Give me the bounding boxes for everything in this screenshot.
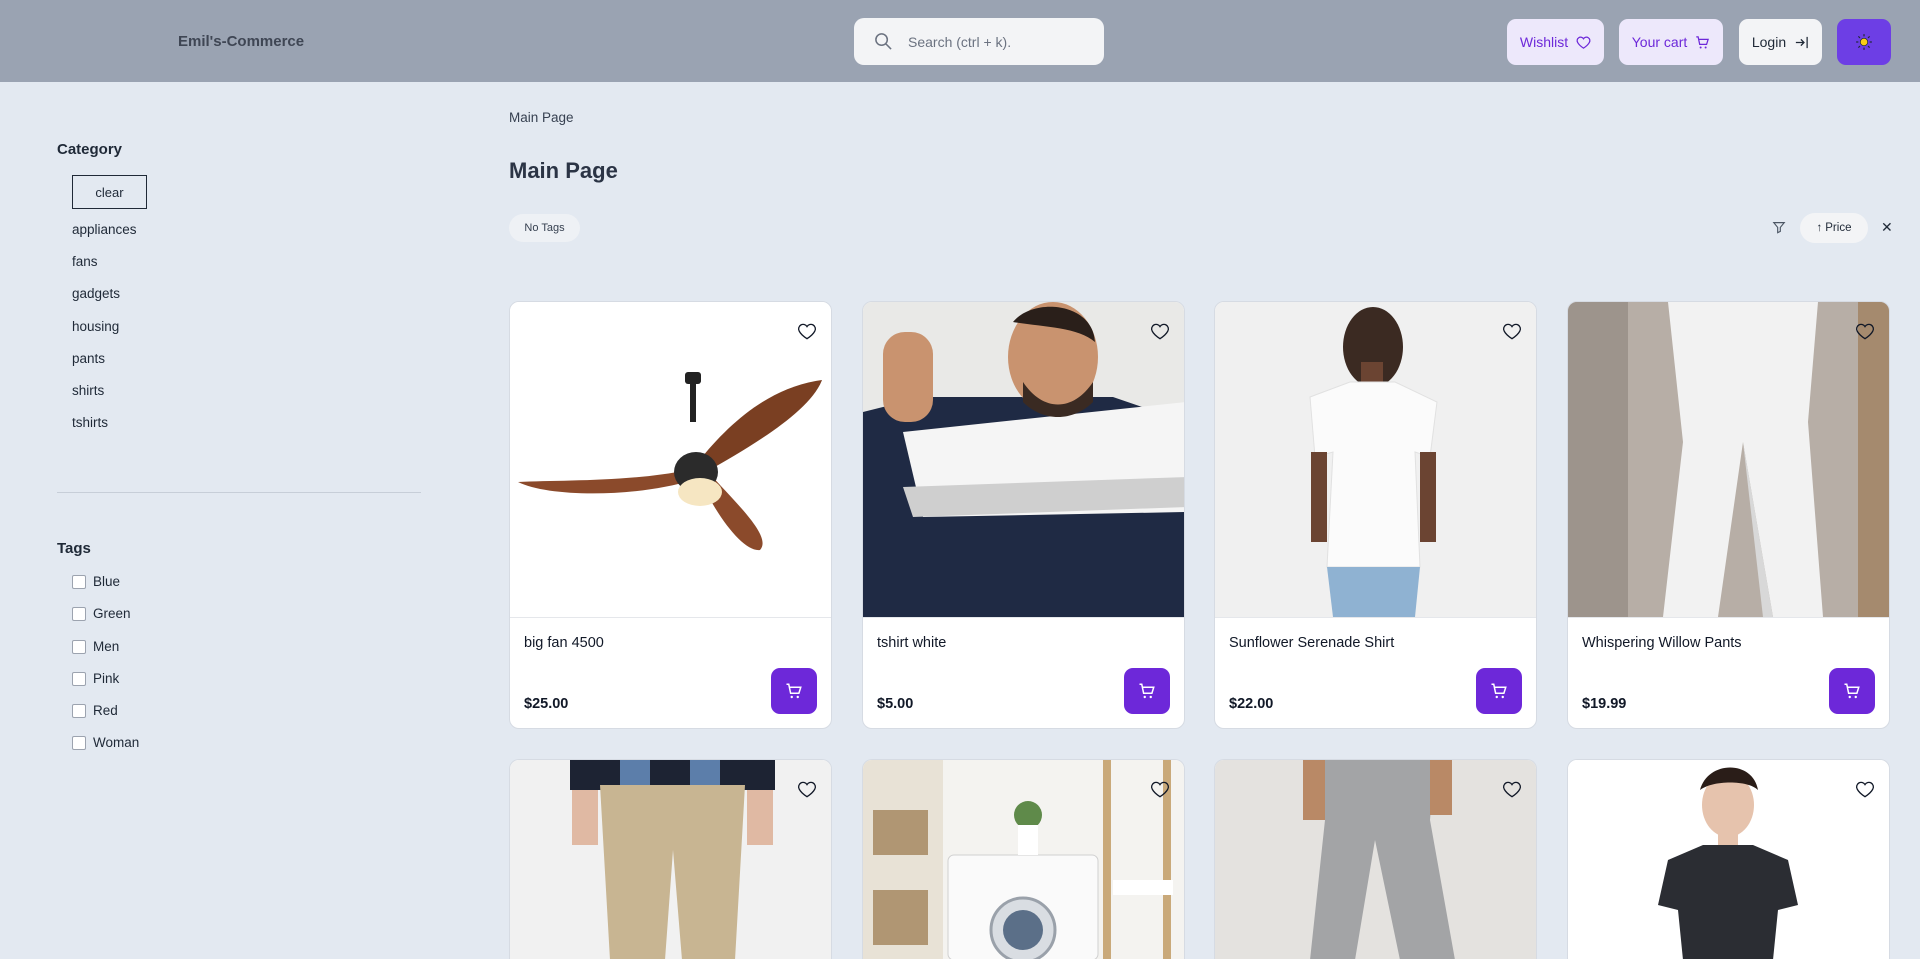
top-header: Emil's-Commerce Search (ctrl + k). Wishl… xyxy=(0,0,1920,82)
search-input[interactable]: Search (ctrl + k). xyxy=(854,18,1104,65)
category-item-gadgets[interactable]: gadgets xyxy=(72,286,137,318)
tag-checkbox[interactable] xyxy=(72,704,86,719)
sort-price-button[interactable]: ↑ Price xyxy=(1800,213,1868,243)
breadcrumb[interactable]: Main Page xyxy=(509,110,574,125)
wishlist-heart-icon[interactable] xyxy=(797,322,817,342)
product-price: $25.00 xyxy=(524,696,569,712)
add-to-cart-button[interactable] xyxy=(1124,668,1170,714)
tag-list: Blue Green Men Pink Red Woman xyxy=(72,574,139,768)
tag-item-blue[interactable]: Blue xyxy=(72,574,139,606)
product-card[interactable]: big fan 4500 $25.00 xyxy=(509,301,832,729)
category-item-fans[interactable]: fans xyxy=(72,254,137,286)
product-image-shirt[interactable] xyxy=(1215,302,1536,617)
product-card[interactable] xyxy=(509,759,832,959)
filter-icon[interactable] xyxy=(1772,220,1786,234)
tag-label: Blue xyxy=(93,574,121,589)
product-info: big fan 4500 $25.00 xyxy=(510,617,831,728)
wishlist-heart-icon[interactable] xyxy=(1150,322,1170,342)
product-image-pants[interactable] xyxy=(1568,302,1889,617)
tag-checkbox[interactable] xyxy=(72,736,86,751)
add-to-cart-button[interactable] xyxy=(1476,668,1522,714)
tag-item-woman[interactable]: Woman xyxy=(72,735,139,767)
wishlist-button[interactable]: Wishlist xyxy=(1507,19,1604,65)
tag-item-men[interactable]: Men xyxy=(72,639,139,671)
product-image-washing-machine[interactable] xyxy=(863,760,1184,959)
cart-label: Your cart xyxy=(1631,34,1688,50)
product-image-tshirt-white[interactable] xyxy=(863,302,1184,617)
category-item-appliances[interactable]: appliances xyxy=(72,222,137,254)
cart-icon xyxy=(1696,35,1710,48)
wishlist-heart-icon[interactable] xyxy=(1855,780,1875,800)
product-info: tshirt white $5.00 xyxy=(863,617,1184,728)
product-price: $5.00 xyxy=(877,696,914,712)
product-name[interactable]: big fan 4500 xyxy=(524,635,604,651)
wishlist-heart-icon[interactable] xyxy=(1502,780,1522,800)
cart-icon xyxy=(1139,683,1155,699)
tag-label: Pink xyxy=(93,670,120,686)
product-image-fan[interactable] xyxy=(510,302,831,617)
category-item-pants[interactable]: pants xyxy=(72,351,137,383)
tag-label: Green xyxy=(93,606,131,622)
wishlist-heart-icon[interactable] xyxy=(1150,780,1170,800)
product-image-black-tshirt[interactable] xyxy=(1568,760,1889,959)
product-info: Sunflower Serenade Shirt $22.00 xyxy=(1215,617,1536,728)
arrow-up-icon: ↑ xyxy=(1816,222,1823,234)
wishlist-heart-icon[interactable] xyxy=(1502,322,1522,342)
product-name[interactable]: Whispering Willow Pants xyxy=(1582,635,1742,651)
tag-item-pink[interactable]: Pink xyxy=(72,671,139,703)
search-placeholder: Search (ctrl + k). xyxy=(908,33,1012,50)
tag-checkbox[interactable] xyxy=(72,671,86,686)
product-card[interactable] xyxy=(1214,759,1537,959)
tag-label: Woman xyxy=(93,735,140,751)
tag-label: Men xyxy=(93,638,120,654)
category-item-housing[interactable]: housing xyxy=(72,319,137,351)
product-name[interactable]: Sunflower Serenade Shirt xyxy=(1229,635,1394,651)
heart-icon xyxy=(1576,36,1591,49)
wishlist-label: Wishlist xyxy=(1519,34,1569,50)
category-title: Category xyxy=(57,141,123,158)
product-price: $19.99 xyxy=(1582,696,1627,712)
sun-icon xyxy=(1856,34,1872,50)
tag-checkbox[interactable] xyxy=(72,575,86,589)
search-icon xyxy=(875,33,892,50)
cart-icon xyxy=(786,683,802,699)
wishlist-heart-icon[interactable] xyxy=(797,780,817,800)
product-name[interactable]: tshirt white xyxy=(877,635,946,651)
product-card[interactable]: tshirt white $5.00 xyxy=(862,301,1185,729)
category-item-shirts[interactable]: shirts xyxy=(72,383,137,415)
cart-icon xyxy=(1491,683,1507,699)
tag-label: Red xyxy=(93,703,118,719)
tag-item-red[interactable]: Red xyxy=(72,703,139,735)
brand-logo[interactable]: Emil's-Commerce xyxy=(178,33,304,50)
product-image-grey-pants[interactable] xyxy=(1215,760,1536,959)
login-button[interactable]: Login xyxy=(1739,19,1822,65)
cart-icon xyxy=(1844,683,1860,699)
category-list: appliances fans gadgets housing pants sh… xyxy=(72,222,137,447)
product-card[interactable] xyxy=(862,759,1185,959)
sort-label: Price xyxy=(1825,222,1852,234)
add-to-cart-button[interactable] xyxy=(771,668,817,714)
product-image-khaki-pants[interactable] xyxy=(510,760,831,959)
active-tags-badge: No Tags xyxy=(509,214,580,242)
sidebar-divider xyxy=(57,492,421,493)
wishlist-heart-icon[interactable] xyxy=(1855,322,1875,342)
tag-item-green[interactable]: Green xyxy=(72,606,139,638)
cart-button[interactable]: Your cart xyxy=(1619,19,1723,65)
add-to-cart-button[interactable] xyxy=(1829,668,1875,714)
product-price: $22.00 xyxy=(1229,696,1274,712)
page-title: Main Page xyxy=(509,158,618,183)
tag-checkbox[interactable] xyxy=(72,639,86,654)
clear-category-button[interactable]: clear xyxy=(72,175,147,209)
tag-checkbox[interactable] xyxy=(72,607,86,622)
category-item-tshirts[interactable]: tshirts xyxy=(72,415,137,447)
product-card[interactable]: Whispering Willow Pants $19.99 xyxy=(1567,301,1890,729)
tags-title: Tags xyxy=(57,540,91,557)
product-card[interactable] xyxy=(1567,759,1890,959)
login-label: Login xyxy=(1751,34,1787,50)
close-icon[interactable]: ✕ xyxy=(1881,219,1893,236)
product-info: Whispering Willow Pants $19.99 xyxy=(1568,617,1889,728)
product-card[interactable]: Sunflower Serenade Shirt $22.00 xyxy=(1214,301,1537,729)
login-icon xyxy=(1796,36,1808,48)
theme-toggle-button[interactable] xyxy=(1837,19,1891,65)
